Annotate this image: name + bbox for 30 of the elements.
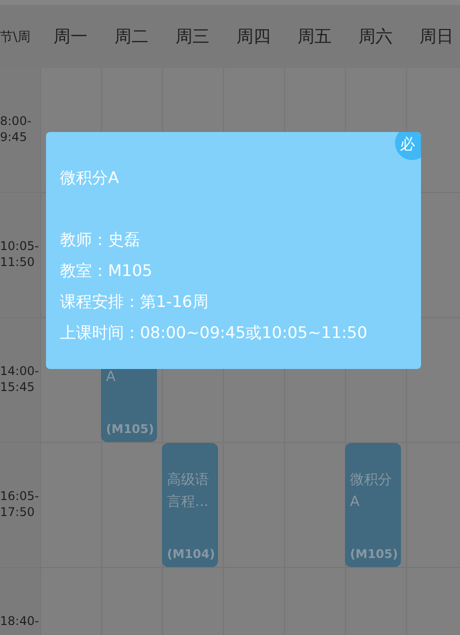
time-label: 15:45 [0, 379, 36, 395]
detail-line: 课程安排：第1-16周 [60, 291, 210, 313]
popup-title: 微积分A [60, 167, 120, 189]
time-label: 11:50 [0, 254, 36, 270]
weekday-header: 周一 [52, 26, 88, 48]
weekday-header: 周日 [418, 26, 454, 48]
weekday-header: 周三 [174, 26, 210, 48]
detail-line: 教师：史磊 [60, 229, 141, 251]
course-name: A [106, 368, 116, 387]
time-label: 8:00- [0, 113, 32, 129]
time-label: 18:40- [0, 613, 39, 629]
weekday-header: 周六 [358, 26, 394, 48]
course-room: (M105) [350, 547, 398, 561]
course-room: (M104) [167, 547, 215, 561]
detail-line: 教室：M105 [60, 260, 154, 282]
time-label: 14:00- [0, 363, 39, 379]
course-room: (M105) [106, 422, 154, 436]
required-badge: 必 [395, 132, 421, 160]
time-label: 16:05- [0, 488, 39, 504]
corner-label: 节\周 [0, 28, 32, 46]
weekday-header: 周四 [236, 26, 272, 48]
course-card[interactable]: 高级语言程... (M104) [162, 443, 218, 567]
time-label: 10:05- [0, 238, 39, 254]
weekday-header: 周五 [296, 26, 332, 48]
weekday-header: 周二 [114, 26, 150, 48]
course-name: 高级语言程... [167, 471, 210, 512]
time-label: 17:50 [0, 504, 36, 520]
time-label: 9:45 [0, 129, 28, 145]
course-card[interactable]: 微积分A (M105) [345, 443, 401, 567]
course-name: 微积分A [350, 471, 393, 512]
